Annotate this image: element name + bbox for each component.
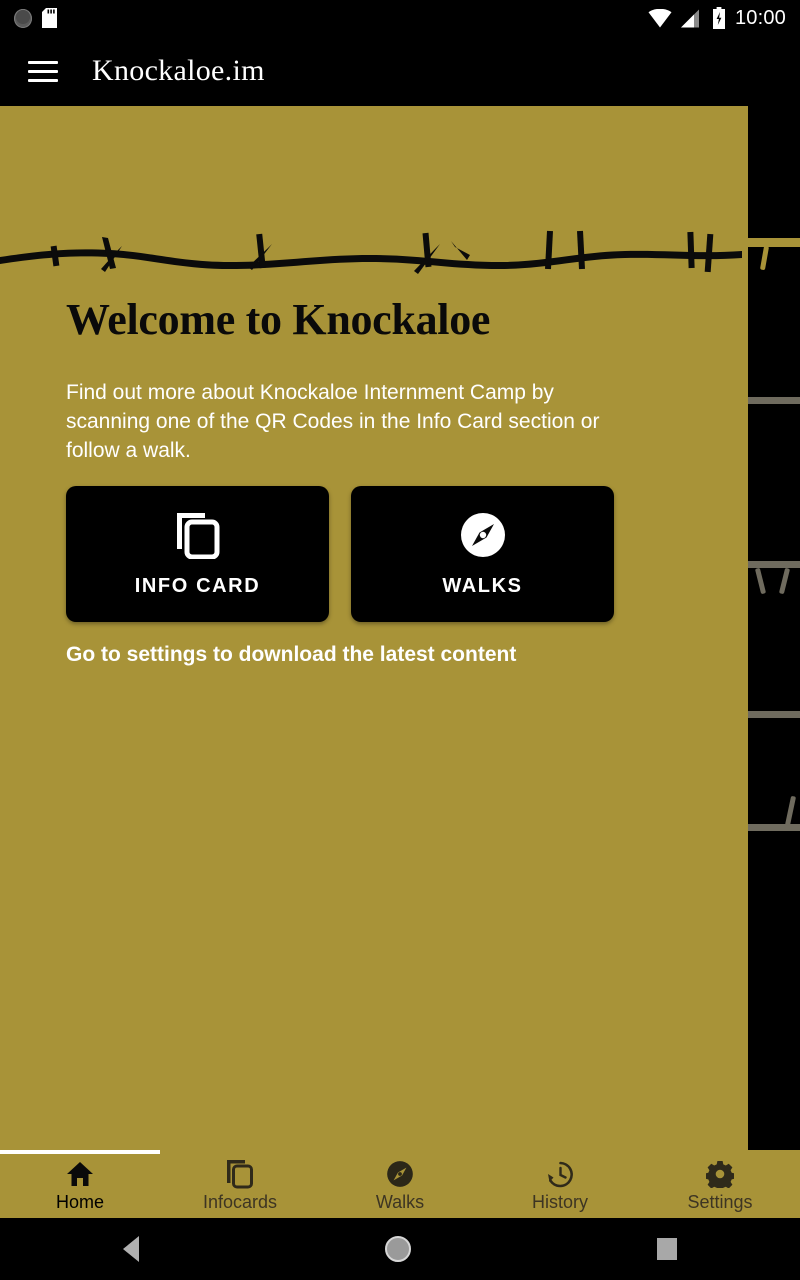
history-clock-icon: [546, 1160, 575, 1188]
info-card-button-label: INFO CARD: [134, 574, 261, 597]
recents-square-icon[interactable]: [657, 1238, 677, 1260]
barbed-wire-barb: [754, 567, 767, 595]
barbed-wire-line: [748, 238, 800, 247]
action-button-row: INFO CARD WALKS: [66, 486, 614, 622]
android-status-bar: 10:00: [0, 0, 800, 36]
nav-label-history: History: [531, 1192, 588, 1212]
nav-label-home: Home: [55, 1192, 104, 1212]
app-bar: Knockaloe.im: [0, 36, 800, 106]
wifi-icon: [648, 8, 672, 27]
back-triangle-icon[interactable]: [123, 1236, 139, 1262]
gear-icon: [706, 1160, 734, 1188]
nav-label-walks: Walks: [375, 1192, 425, 1212]
intro-paragraph: Find out more about Knockaloe Internment…: [66, 381, 600, 462]
home-icon: [66, 1160, 94, 1188]
nav-item-home[interactable]: Home: [0, 1150, 160, 1218]
circle-status-icon: [14, 8, 32, 28]
nav-item-settings[interactable]: Settings: [640, 1150, 800, 1218]
page-heading: Welcome to Knockaloe: [66, 295, 491, 344]
barbed-wire-barb: [784, 795, 797, 827]
barbed-wire-line: [748, 711, 800, 718]
nav-label-settings: Settings: [687, 1192, 753, 1212]
page-title: Knockaloe.im: [92, 54, 265, 87]
sd-card-icon: [42, 8, 57, 28]
barbed-wire-barb: [759, 245, 770, 271]
app-root: 10:00 Knockaloe.im Welcome to Knockaloe …: [0, 0, 800, 1280]
signal-icon: [680, 9, 699, 27]
content-area: Welcome to Knockaloe Find out more about…: [0, 106, 800, 1150]
walks-button[interactable]: WALKS: [351, 486, 614, 622]
copy-cards-icon: [226, 1160, 254, 1189]
compass-icon: [386, 1160, 414, 1188]
nav-item-history[interactable]: History: [480, 1150, 640, 1218]
hamburger-menu-icon[interactable]: [14, 60, 72, 82]
barbed-wire-graphic: [0, 224, 742, 294]
copy-cards-icon: [176, 512, 219, 559]
active-tab-indicator: [0, 1150, 160, 1154]
nav-item-walks[interactable]: Walks: [320, 1150, 480, 1218]
nav-label-infocards: Infocards: [202, 1192, 278, 1212]
barbed-wire-barb: [778, 567, 791, 595]
home-page-background: Welcome to Knockaloe Find out more about…: [0, 106, 742, 1150]
battery-charging-icon: [712, 7, 725, 29]
barbed-wire-line: [748, 561, 800, 568]
download-note: Go to settings to download the latest co…: [66, 643, 517, 666]
walks-button-label: WALKS: [442, 574, 523, 597]
info-card-button[interactable]: INFO CARD: [66, 486, 329, 622]
home-circle-icon[interactable]: [385, 1236, 411, 1262]
android-system-nav-bar: [0, 1218, 800, 1280]
gold-edge-strip: [742, 106, 748, 1150]
compass-icon: [460, 512, 505, 557]
barbed-wire-line: [748, 397, 800, 404]
status-bar-left-icons: [14, 8, 57, 28]
barbed-wire-line: [748, 824, 800, 831]
status-bar-clock: 10:00: [734, 6, 786, 29]
side-dark-panel: [748, 106, 800, 1150]
bottom-navigation-bar: Home Infocards Walks History Settings: [0, 1150, 800, 1218]
nav-item-infocards[interactable]: Infocards: [160, 1150, 320, 1218]
status-bar-right-icons: 10:00: [648, 7, 786, 30]
